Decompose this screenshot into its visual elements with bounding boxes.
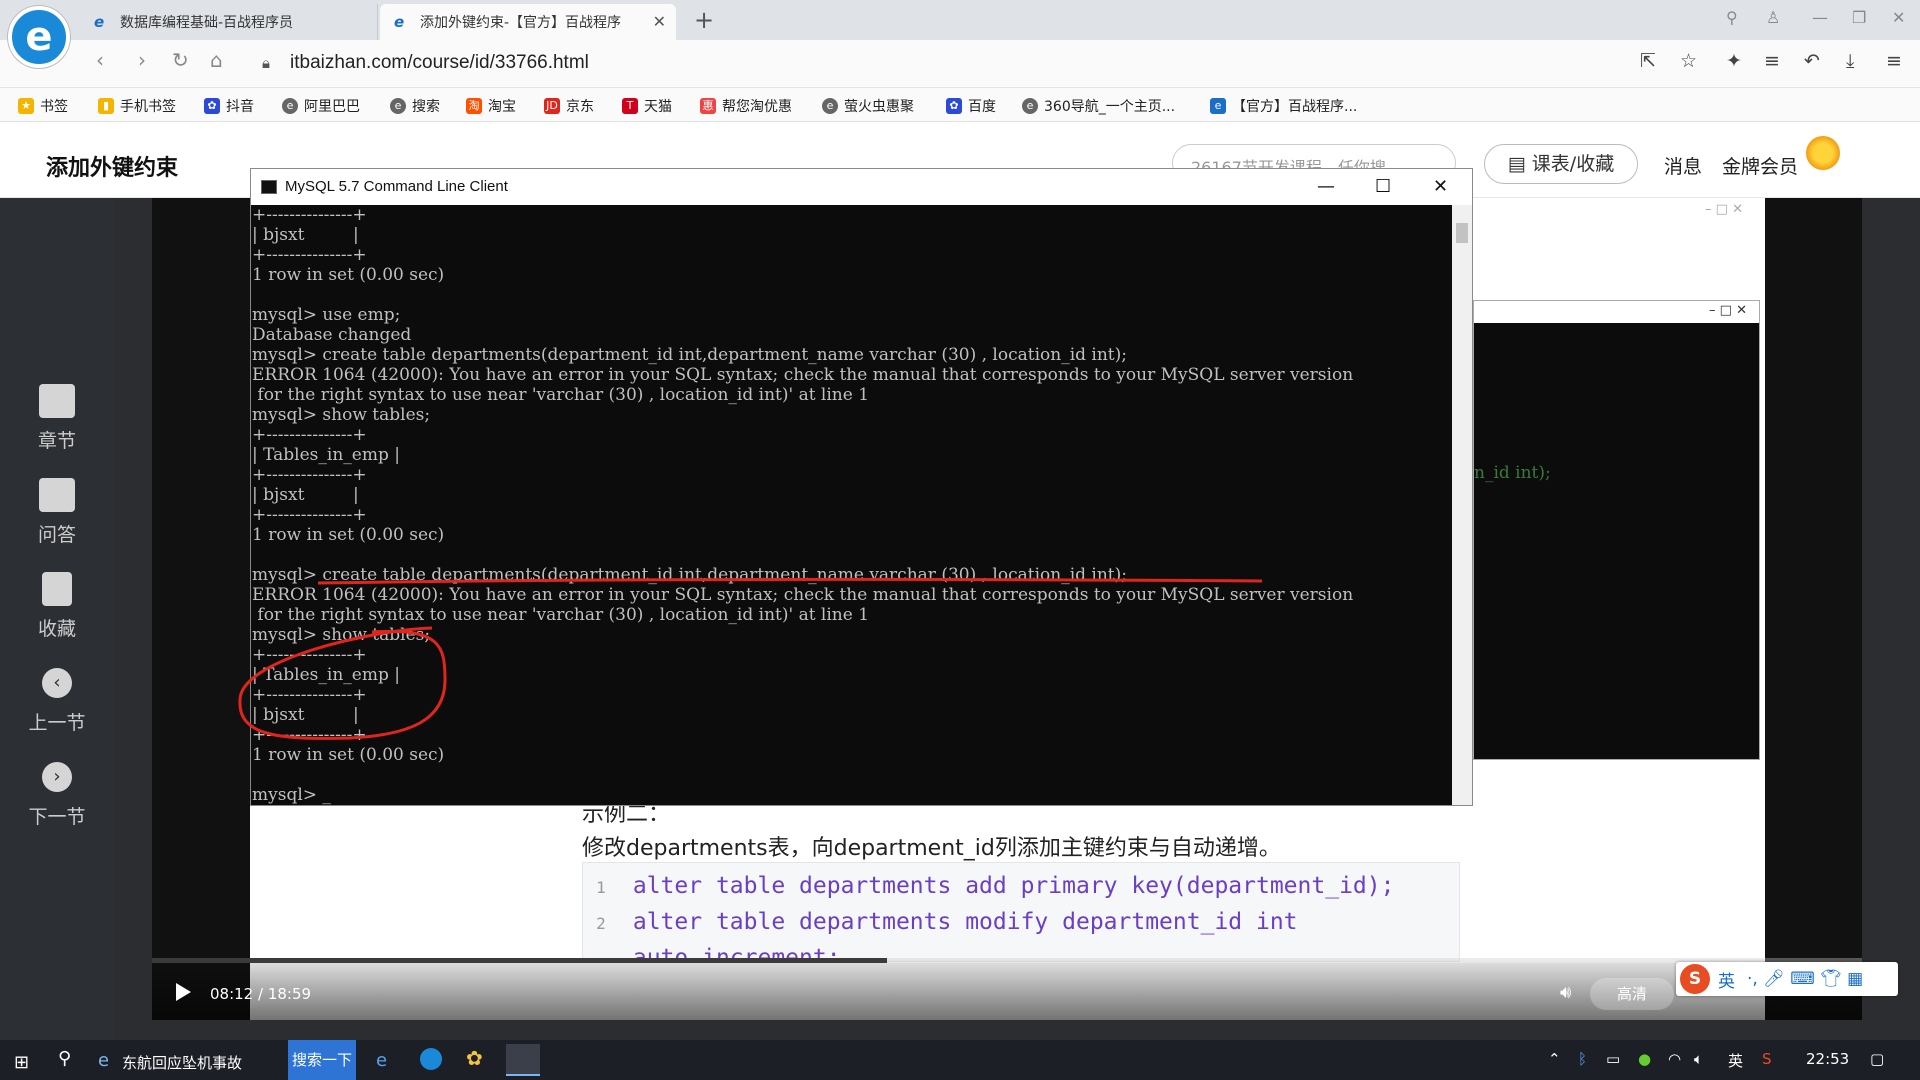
taskbar: ⊞ ⚲ e 东航回应坠机事故 搜索一下 e ✿ ⌃ ᛒ ▭ ● ◠ 🔈︎ 英 S… <box>0 1040 1920 1080</box>
clock[interactable]: 22:53 <box>1806 1050 1849 1068</box>
circle-annotation <box>238 626 447 740</box>
wifi-icon[interactable]: ◠ <box>1668 1050 1681 1068</box>
speaker-icon[interactable]: 🔈︎ <box>1694 1050 1703 1068</box>
battery-icon[interactable]: ▭ <box>1606 1050 1620 1068</box>
tray-chevron-icon[interactable]: ⌃ <box>1548 1050 1561 1068</box>
browser-taskbar-icon[interactable]: e <box>376 1050 387 1071</box>
search-icon[interactable]: ⚲ <box>58 1048 71 1069</box>
browser-logo-icon[interactable]: e <box>8 6 70 68</box>
ie-icon: e <box>98 1050 110 1071</box>
bluetooth-icon[interactable]: ᛒ <box>1578 1050 1587 1068</box>
search-go-button[interactable]: 搜索一下 <box>288 1040 356 1080</box>
browser360-taskbar-icon[interactable] <box>420 1048 442 1070</box>
app-taskbar-icon[interactable]: ✿ <box>466 1046 483 1070</box>
console-taskbar-icon[interactable] <box>506 1044 540 1076</box>
underline-annotation <box>317 577 1263 585</box>
red-annotations <box>238 577 1263 740</box>
news-search-text[interactable]: 东航回应坠机事故 <box>122 1052 242 1073</box>
notification-icon[interactable]: ▢ <box>1870 1050 1884 1068</box>
sogou-tray-icon[interactable]: S <box>1762 1050 1772 1068</box>
language-indicator[interactable]: 英 <box>1728 1050 1743 1071</box>
app-tray-icon[interactable]: ● <box>1638 1050 1651 1068</box>
windows-start-icon[interactable]: ⊞ <box>14 1052 29 1073</box>
